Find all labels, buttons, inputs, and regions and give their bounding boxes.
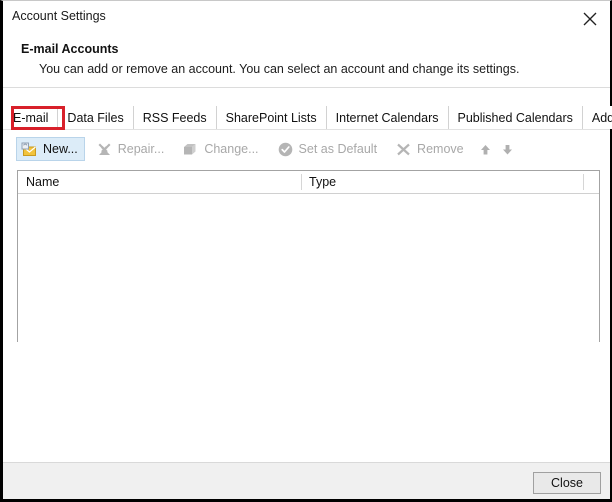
column-header-name[interactable]: Name <box>26 171 59 193</box>
window-title: Account Settings <box>12 9 106 23</box>
header-divider <box>3 87 610 88</box>
tab-published-calendars[interactable]: Published Calendars <box>448 106 583 129</box>
x-mark-icon <box>395 141 412 158</box>
accounts-list-body[interactable] <box>18 194 599 342</box>
close-icon-glyph <box>583 12 597 26</box>
toolbar-button-label: Set as Default <box>298 142 378 156</box>
check-circle-icon <box>277 141 294 158</box>
tab-label: RSS Feeds <box>142 110 207 125</box>
arrow-down-icon <box>499 138 517 160</box>
tab-label: Internet Calendars <box>335 110 439 125</box>
close-icon[interactable] <box>575 6 605 30</box>
account-toolbar: New... Repair... Change... Set as Default Re… <box>3 135 610 163</box>
toolbar-button-label: Repair... <box>117 142 165 156</box>
tab-rss-feeds[interactable]: RSS Feeds <box>133 106 217 129</box>
account-settings-dialog: Account Settings E-mail Accounts You can… <box>0 0 612 502</box>
tab-label: Published Calendars <box>457 110 573 125</box>
tab-label: Data Files <box>67 110 124 125</box>
repair-wrench-icon <box>96 141 113 158</box>
accounts-list-header: Name Type <box>18 171 599 194</box>
tab-internet-calendars[interactable]: Internet Calendars <box>326 106 449 129</box>
page-title: E-mail Accounts <box>21 42 119 56</box>
arrow-up-icon <box>477 138 495 160</box>
column-header-type[interactable]: Type <box>309 171 336 193</box>
remove-button: Remove <box>390 137 471 161</box>
repair-button: Repair... <box>91 137 172 161</box>
tab-address-books[interactable]: Address Books <box>582 106 612 129</box>
tab-underline <box>3 129 610 130</box>
tab-e-mail[interactable]: E-mail <box>3 106 59 129</box>
close-button[interactable]: Close <box>533 472 601 494</box>
dialog-footer: Close <box>3 463 610 499</box>
toolbar-button-label: Change... <box>204 142 259 156</box>
new-account-icon <box>21 141 38 158</box>
tab-strip: E-mail Data Files RSS Feeds SharePoint List… <box>3 106 612 129</box>
tab-label: SharePoint Lists <box>225 110 317 125</box>
new-button[interactable]: New... <box>16 137 85 161</box>
header-block: E-mail Accounts You can add or remove an… <box>3 33 610 85</box>
toolbar-button-label: New... <box>43 142 78 156</box>
column-divider-2[interactable] <box>583 174 584 190</box>
set-as-default-button: Set as Default <box>272 137 385 161</box>
title-bar: Account Settings <box>3 1 610 33</box>
accounts-list[interactable]: Name Type <box>17 170 600 342</box>
tab-label: E-mail <box>13 110 49 125</box>
tab-sharepoint-lists[interactable]: SharePoint Lists <box>216 106 327 129</box>
tab-data-files[interactable]: Data Files <box>58 106 134 129</box>
change-button: Change... <box>177 137 265 161</box>
change-icon <box>182 141 199 158</box>
tab-label: Address Books <box>591 110 612 125</box>
column-divider-1[interactable] <box>301 174 302 190</box>
page-description: You can add or remove an account. You ca… <box>39 62 520 76</box>
toolbar-button-label: Remove <box>417 142 464 156</box>
